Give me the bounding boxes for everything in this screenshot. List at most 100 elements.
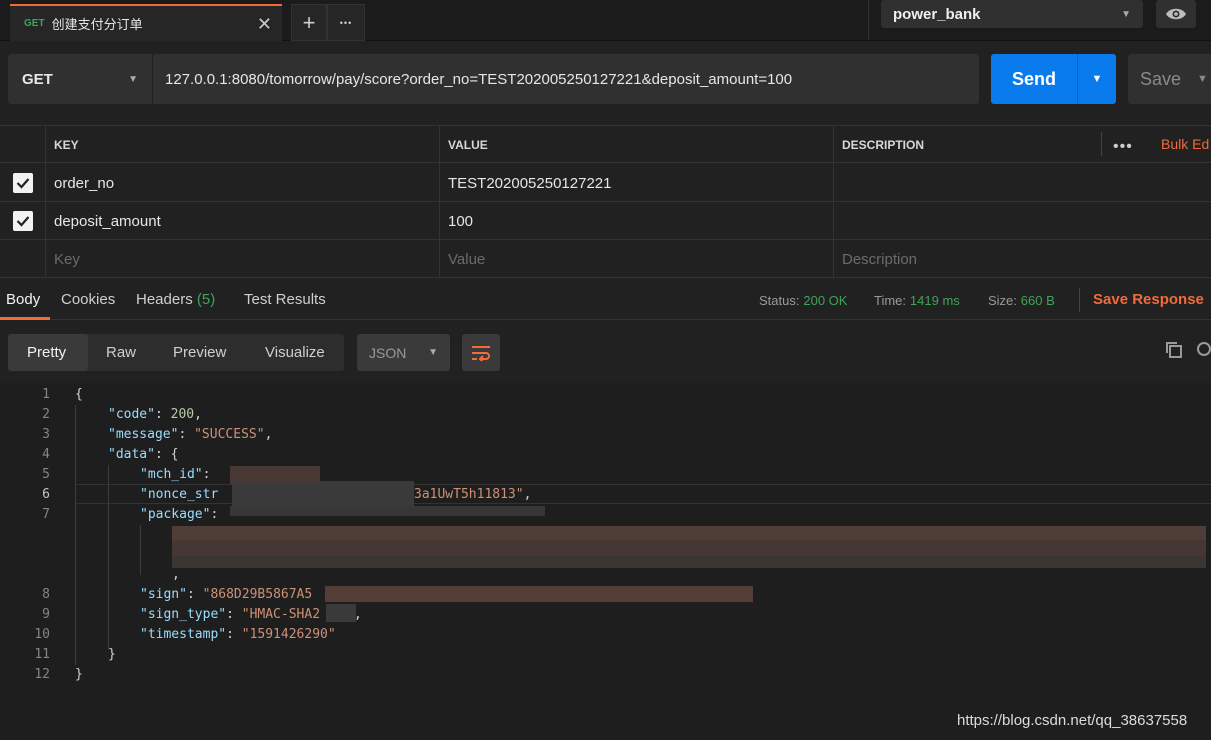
line-number: 9 <box>42 607 50 622</box>
table-row: deposit_amount 100 <box>0 202 1211 240</box>
headers-count-badge: (5) <box>196 291 216 308</box>
bulk-edit-link[interactable]: Bulk Ed <box>1161 136 1209 152</box>
save-response-button[interactable]: Save Response <box>1093 291 1204 308</box>
code-line: , <box>172 567 180 582</box>
size-info: Size: 660 B <box>988 292 1055 308</box>
code-line: { <box>75 387 83 402</box>
redacted-block <box>232 481 414 507</box>
tab-headers-label: Headers <box>136 291 193 308</box>
table-row: order_no TEST202005250127221 <box>0 164 1211 202</box>
view-pretty[interactable]: Pretty <box>27 344 66 361</box>
param-description[interactable] <box>834 202 1211 240</box>
time-value: 1419 ms <box>909 293 960 308</box>
redacted-block <box>172 526 1206 540</box>
code-line: } <box>108 647 116 662</box>
plus-icon: + <box>302 9 316 35</box>
request-tab[interactable]: GET 创建支付分订单 ✕ <box>10 4 282 41</box>
code-line: } <box>75 667 83 682</box>
tab-headers[interactable]: Headers (5) <box>136 291 215 308</box>
chevron-down-icon[interactable]: ▼ <box>1078 73 1116 85</box>
code-line: "message": "SUCCESS", <box>108 427 273 442</box>
params-table: KEY VALUE DESCRIPTION order_no TEST20200… <box>0 125 1211 279</box>
new-description-input[interactable]: Description <box>834 240 1211 278</box>
add-tab-button[interactable]: + <box>291 4 327 41</box>
chevron-down-icon: ▼ <box>128 73 138 85</box>
param-checkbox[interactable] <box>12 211 33 231</box>
divider <box>868 0 869 40</box>
send-label: Send <box>1011 68 1056 89</box>
check-icon <box>16 216 29 227</box>
tab-method-badge: GET <box>24 18 45 29</box>
code-line: "mch_id": <box>140 467 211 482</box>
redacted-block <box>172 540 1206 556</box>
line-number: 11 <box>34 647 50 662</box>
header-key: KEY <box>46 126 440 164</box>
chevron-down-icon: ▼ <box>1121 8 1131 20</box>
code-line: "code": 200, <box>108 407 202 422</box>
redacted-block <box>172 556 1206 568</box>
line-number: 3 <box>42 427 50 442</box>
url-value: 127.0.0.1:8080/tomorrow/pay/score?order_… <box>165 70 793 88</box>
chevron-down-icon: ▼ <box>428 347 438 358</box>
view-preview[interactable]: Preview <box>173 344 226 361</box>
environment-quick-look-button[interactable] <box>1156 0 1196 28</box>
size-label: Size: <box>988 293 1017 308</box>
status-info: Status: 200 OK <box>759 292 847 308</box>
copy-icon[interactable] <box>1165 341 1183 362</box>
redacted-block <box>325 586 753 602</box>
code-line: "sign_type": "HMAC-SHA2 <box>140 607 321 622</box>
tab-options-button[interactable]: ••• <box>327 4 365 41</box>
status-value: 200 OK <box>803 293 848 308</box>
tab-cookies[interactable]: Cookies <box>61 291 115 308</box>
format-select[interactable]: JSON ▼ <box>357 334 450 371</box>
line-number: 7 <box>42 507 50 522</box>
tab-body[interactable]: Body <box>6 291 40 308</box>
environment-select[interactable]: power_bank ▼ <box>881 0 1143 28</box>
indent-guide <box>108 465 109 650</box>
close-icon[interactable]: ✕ <box>257 15 272 33</box>
active-tab-indicator <box>0 317 50 320</box>
wrap-lines-button[interactable] <box>462 334 500 371</box>
param-key: deposit_amount <box>54 212 161 230</box>
tab-test-results[interactable]: Test Results <box>244 291 326 308</box>
new-key-input[interactable]: Key <box>46 240 440 278</box>
header-description: DESCRIPTION <box>842 138 925 152</box>
send-button[interactable]: Send ▼ <box>991 54 1116 104</box>
wrap-icon <box>472 345 490 361</box>
indent-guide <box>140 525 141 575</box>
params-header-row: KEY VALUE DESCRIPTION <box>0 125 1211 164</box>
line-number: 12 <box>34 667 50 682</box>
key-placeholder: Key <box>54 250 80 268</box>
check-icon <box>16 178 29 189</box>
save-label: Save <box>1140 68 1182 89</box>
url-input[interactable]: 127.0.0.1:8080/tomorrow/pay/score?order_… <box>153 54 979 104</box>
line-number: 6 <box>42 487 50 502</box>
environment-selected: power_bank <box>893 5 981 23</box>
redacted-block <box>230 506 545 516</box>
method-select[interactable]: GET ▼ <box>8 54 152 104</box>
code-line: "sign": "868D29B5867A5 <box>140 587 313 602</box>
param-description[interactable] <box>834 164 1211 202</box>
time-label: Time: <box>874 293 907 308</box>
divider <box>1079 288 1080 312</box>
save-button[interactable]: Save ▼ <box>1128 54 1211 104</box>
time-info: Time: 1419 ms <box>874 292 960 308</box>
method-value: GET <box>22 70 53 88</box>
new-value-input[interactable]: Value <box>440 240 834 278</box>
param-value: TEST202005250127221 <box>448 174 612 192</box>
param-checkbox[interactable] <box>12 173 33 193</box>
line-number: 5 <box>42 467 50 482</box>
search-icon[interactable] <box>1195 341 1211 362</box>
description-placeholder: Description <box>842 250 918 268</box>
code-line: "timestamp": "1591426290" <box>140 627 336 642</box>
watermark: https://blog.csdn.net/qq_38637558 <box>957 712 1188 729</box>
header-value: VALUE <box>440 126 834 164</box>
code-line: "data": { <box>108 447 179 462</box>
divider <box>1101 132 1102 156</box>
view-visualize[interactable]: Visualize <box>265 344 325 361</box>
response-tabs: Body Cookies Headers (5) Test Results St… <box>0 279 1211 320</box>
more-icon[interactable]: ••• <box>1113 138 1133 156</box>
code-line: "package": <box>140 507 219 522</box>
view-raw[interactable]: Raw <box>106 344 136 361</box>
format-value: JSON <box>369 344 407 361</box>
